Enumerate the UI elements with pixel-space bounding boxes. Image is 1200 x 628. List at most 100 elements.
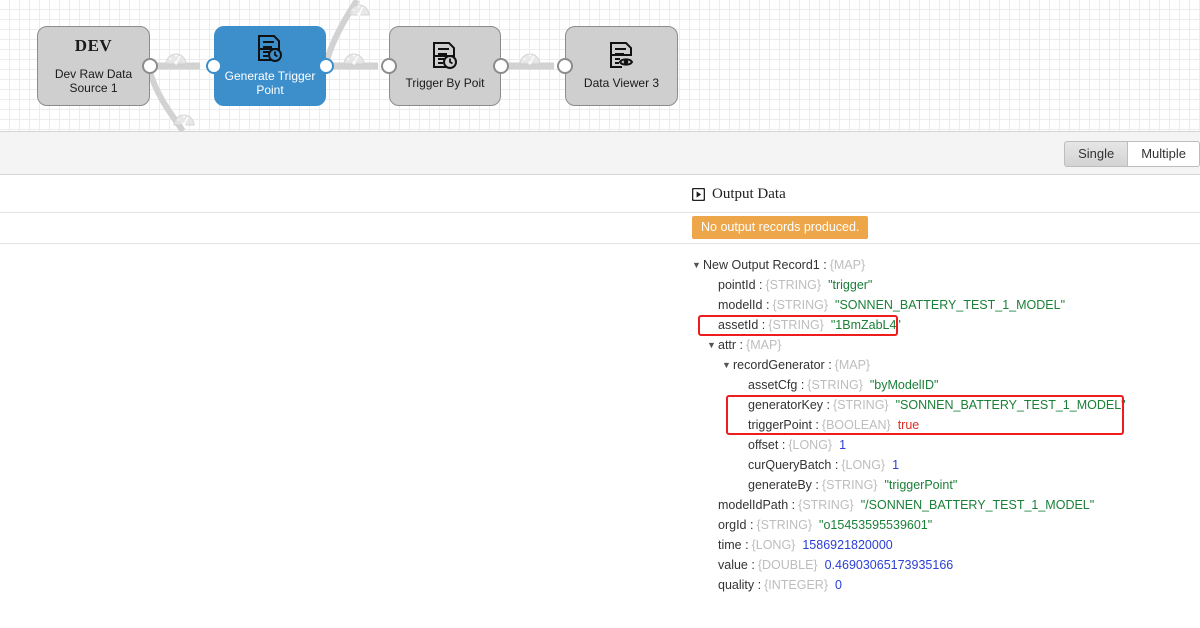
tree-colon: : (812, 478, 819, 492)
tree-colon: : (825, 358, 832, 372)
tree-colon: : (754, 578, 761, 592)
gauge-icon (348, 0, 370, 16)
tree-key: recordGenerator (733, 358, 825, 372)
caret-spacer: ▼ (707, 495, 718, 515)
tree-value: true (898, 418, 920, 432)
tree-colon: : (823, 398, 830, 412)
input-port-trigger-by-poit[interactable] (381, 58, 397, 74)
divider-bottom (0, 243, 1200, 244)
no-output-records-badge: No output records produced. (692, 216, 868, 239)
tree-row[interactable]: ▼generatorKey :{STRING}"SONNEN_BATTERY_T… (692, 395, 1126, 415)
tree-key: pointId (718, 278, 756, 292)
tree-row[interactable]: ▼quality :{INTEGER}0 (692, 575, 1126, 595)
tree-key: assetCfg (748, 378, 797, 392)
output-port-trigger-by-poit[interactable] (493, 58, 509, 74)
tree-row[interactable]: ▼triggerPoint :{BOOLEAN} true (692, 415, 1126, 435)
tree-type: {LONG} (752, 538, 796, 552)
tree-value: "1BmZabL4" (831, 318, 901, 332)
pipeline-node-data-viewer-3[interactable]: Data Viewer 3 (565, 26, 678, 106)
caret-spacer: ▼ (737, 435, 748, 455)
tree-colon: : (812, 418, 819, 432)
tree-row[interactable]: ▼value :{DOUBLE}0.46903065173935166 (692, 555, 1126, 575)
tree-type: {STRING} (807, 378, 863, 392)
tree-key: quality (718, 578, 754, 592)
node-label-line2: Source 1 (63, 81, 123, 95)
tree-colon: : (736, 338, 743, 352)
view-mode-multiple-button[interactable]: Multiple (1128, 141, 1200, 167)
tree-row[interactable]: ▼offset :{LONG}1 (692, 435, 1126, 455)
pipeline-node-dev-raw-data-source-1[interactable]: DEV Dev Raw Data Source 1 (37, 26, 150, 106)
tree-row[interactable]: ▼assetId :{STRING}"1BmZabL4" (692, 315, 1126, 335)
caret-expanded-icon[interactable]: ▼ (722, 355, 733, 375)
tree-key: value (718, 558, 748, 572)
tree-row[interactable]: ▼time :{LONG}1586921820000 (692, 535, 1126, 555)
pipeline-canvas[interactable]: DEV Dev Raw Data Source 1 Generate Trigg… (0, 0, 1200, 131)
caret-expanded-icon[interactable]: ▼ (692, 255, 703, 275)
view-mode-toggle[interactable]: Single Multiple (1064, 141, 1200, 167)
tree-row[interactable]: ▼pointId :{STRING}"trigger" (692, 275, 1126, 295)
tree-row[interactable]: ▼generateBy :{STRING}"triggerPoint" (692, 475, 1126, 495)
output-port-generate-trigger-point[interactable] (318, 58, 334, 74)
tree-type: {STRING} (768, 318, 824, 332)
tree-colon: : (778, 438, 785, 452)
tree-type: {STRING} (756, 518, 812, 532)
node-label-line1: Data Viewer 3 (578, 76, 665, 90)
output-record-tree[interactable]: ▼New Output Record1 :{MAP}▼pointId :{STR… (692, 255, 1126, 595)
tree-type: {MAP} (835, 358, 870, 372)
node-label-line1: Generate Trigger (219, 69, 322, 83)
tree-row[interactable]: ▼New Output Record1 :{MAP} (692, 255, 1126, 275)
document-clock-icon (257, 35, 283, 63)
tree-row[interactable]: ▼modelIdPath :{STRING}"/SONNEN_BATTERY_T… (692, 495, 1126, 515)
tree-value: "/SONNEN_BATTERY_TEST_1_MODEL" (861, 498, 1094, 512)
tree-colon: : (747, 518, 754, 532)
tree-value: "byModelID" (870, 378, 939, 392)
gauge-icon (173, 110, 195, 126)
tree-row[interactable]: ▼orgId :{STRING}"o15453595539601" (692, 515, 1126, 535)
tree-row[interactable]: ▼curQueryBatch :{LONG}1 (692, 455, 1126, 475)
output-port-dev-raw-data-source-1[interactable] (142, 58, 158, 74)
input-port-generate-trigger-point[interactable] (206, 58, 222, 74)
tree-value: 1586921820000 (802, 538, 892, 552)
output-data-header[interactable]: Output Data (692, 186, 786, 203)
divider-top (0, 212, 1200, 213)
tree-type: {BOOLEAN} (822, 418, 891, 432)
tree-value: "SONNEN_BATTERY_TEST_1_MODEL" (896, 398, 1126, 412)
input-port-data-viewer-3[interactable] (557, 58, 573, 74)
caret-spacer: ▼ (737, 415, 748, 435)
tree-key: triggerPoint (748, 418, 812, 432)
caret-spacer: ▼ (707, 315, 718, 335)
tree-colon: : (758, 318, 765, 332)
tree-type: {STRING} (822, 478, 878, 492)
tree-row[interactable]: ▼recordGenerator :{MAP} (692, 355, 1126, 375)
tree-type: {STRING} (798, 498, 854, 512)
caret-expanded-icon[interactable]: ▼ (707, 335, 718, 355)
node-label-line2: Point (250, 83, 289, 97)
node-title: DEV (75, 36, 112, 56)
caret-spacer: ▼ (707, 575, 718, 595)
tree-value: 1 (892, 458, 899, 472)
tree-value: "trigger" (828, 278, 872, 292)
tree-key: New Output Record1 (703, 258, 820, 272)
tree-type: {STRING} (765, 278, 821, 292)
caret-spacer: ▼ (737, 375, 748, 395)
caret-spacer: ▼ (707, 515, 718, 535)
tree-row[interactable]: ▼modelId :{STRING}"SONNEN_BATTERY_TEST_1… (692, 295, 1126, 315)
tree-colon: : (756, 278, 763, 292)
view-mode-single-button[interactable]: Single (1064, 141, 1128, 167)
tree-value: "triggerPoint" (884, 478, 957, 492)
gauge-icon (165, 49, 187, 65)
tree-colon: : (797, 378, 804, 392)
tree-key: attr (718, 338, 736, 352)
tree-colon: : (820, 258, 827, 272)
pipeline-node-generate-trigger-point[interactable]: Generate Trigger Point (214, 26, 326, 106)
gauge-icon (343, 49, 365, 65)
tree-row[interactable]: ▼assetCfg :{STRING} "byModelID" (692, 375, 1126, 395)
tree-type: {DOUBLE} (758, 558, 818, 572)
tree-row[interactable]: ▼attr :{MAP} (692, 335, 1126, 355)
tree-type: {MAP} (746, 338, 781, 352)
pipeline-node-trigger-by-poit[interactable]: Trigger By Poit (389, 26, 501, 106)
tree-key: offset (748, 438, 778, 452)
node-label-line1: Trigger By Poit (400, 76, 491, 90)
tree-colon: : (788, 498, 795, 512)
tree-value: 0.46903065173935166 (825, 558, 954, 572)
